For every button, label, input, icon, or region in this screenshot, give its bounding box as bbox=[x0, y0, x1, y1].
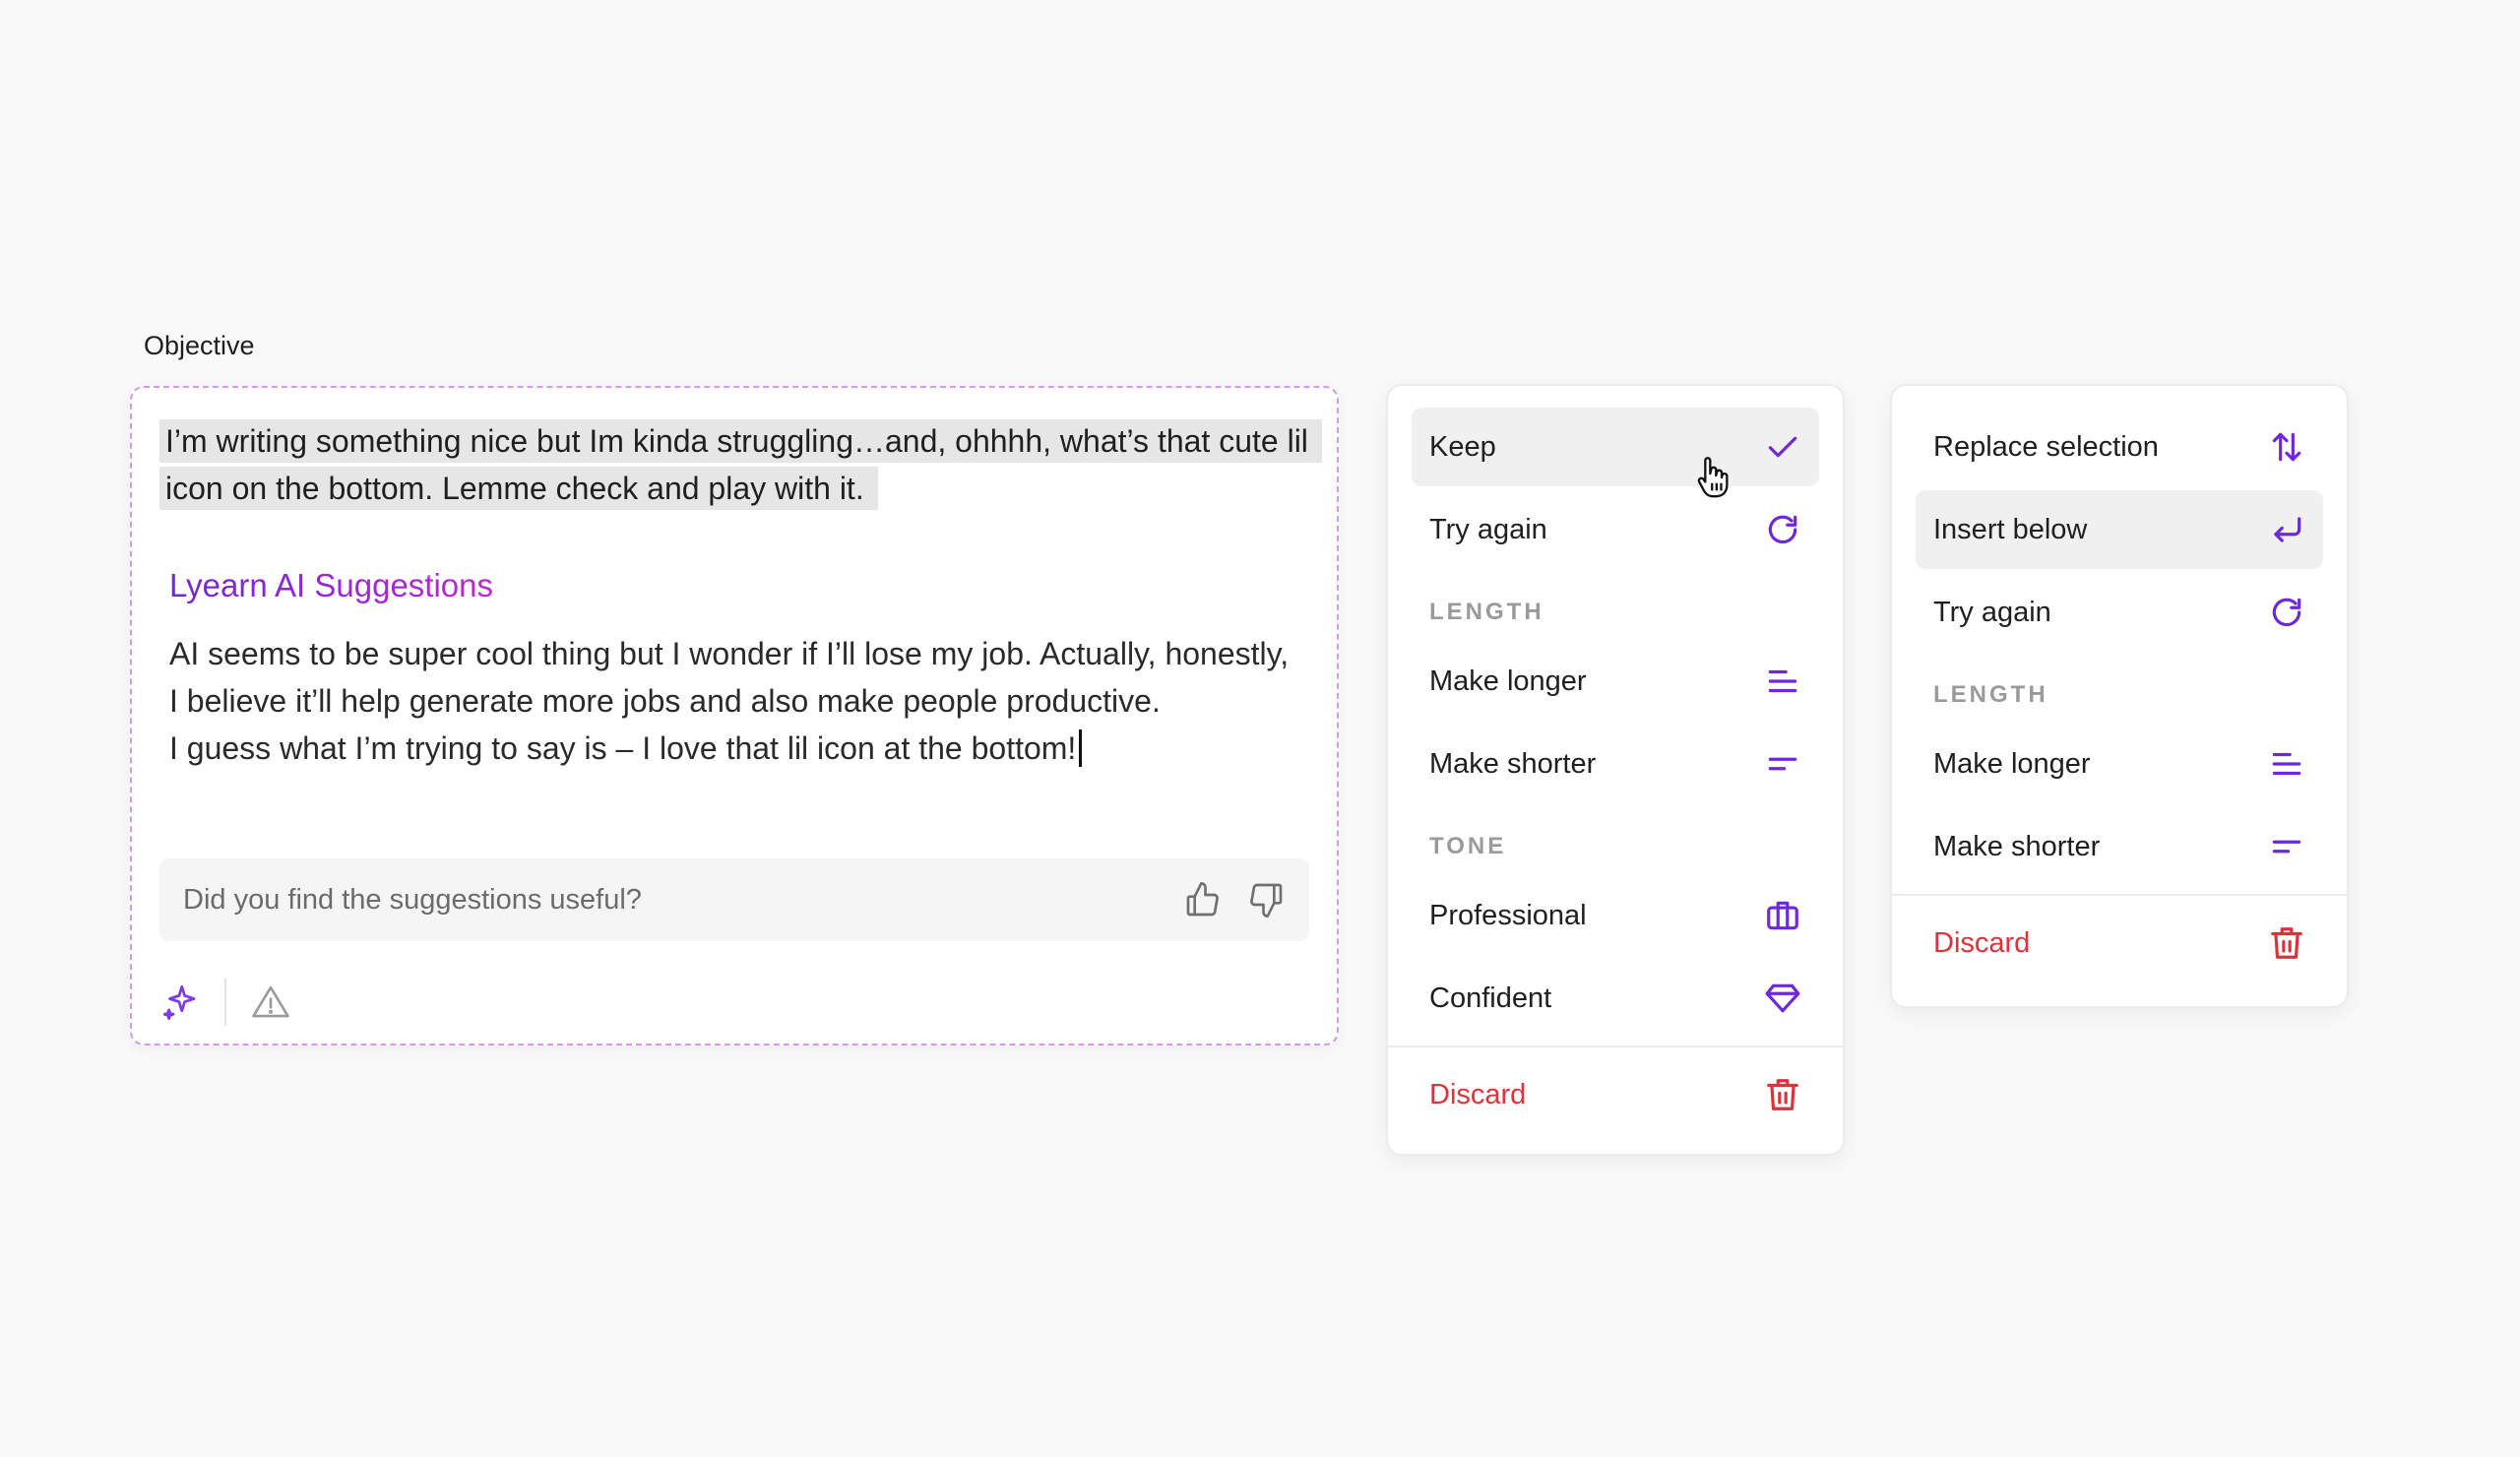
warning-icon[interactable] bbox=[250, 982, 291, 1023]
menu-item-keep[interactable]: Keep bbox=[1412, 408, 1819, 486]
menu-item-label: Try again bbox=[1933, 596, 2051, 628]
trash-icon bbox=[1767, 1079, 1798, 1110]
menu-item-replace-selection[interactable]: Replace selection bbox=[1916, 408, 2323, 486]
swap-vertical-icon bbox=[2272, 432, 2301, 462]
menu-item-label: Replace selection bbox=[1933, 430, 2159, 463]
ai-suggestions-title: Lyearn AI Suggestions bbox=[169, 567, 494, 603]
section-header-length: LENGTH bbox=[1933, 681, 2048, 708]
diamond-icon bbox=[1765, 983, 1800, 1013]
menu-item-label: Professional bbox=[1429, 899, 1587, 931]
menu-item-label: Make shorter bbox=[1429, 747, 1597, 780]
briefcase-icon bbox=[1767, 901, 1798, 930]
menu-item-label: Make longer bbox=[1933, 747, 2091, 780]
lines-short-icon bbox=[2272, 840, 2301, 854]
menu-item-label: Discard bbox=[1429, 1078, 1527, 1110]
menu-item-label: Discard bbox=[1933, 926, 2031, 959]
lines-long-icon bbox=[2272, 752, 2301, 776]
menu-item-label: Confident bbox=[1429, 982, 1552, 1014]
ai-suggestion-line: I guess what I’m trying to say is – I lo… bbox=[169, 725, 1292, 772]
menu-item-discard[interactable]: Discard bbox=[1412, 1055, 1819, 1134]
text-caret bbox=[1079, 729, 1083, 767]
sparkle-icon[interactable] bbox=[159, 982, 201, 1023]
menu-item-insert-below[interactable]: Insert below bbox=[1916, 490, 2323, 569]
menu-item-confident[interactable]: Confident bbox=[1412, 959, 1819, 1038]
refresh-icon bbox=[1768, 515, 1797, 544]
menu-item-label: Insert below bbox=[1933, 513, 2088, 545]
section-header-tone: TONE bbox=[1429, 833, 1507, 859]
menu-divider bbox=[1388, 1045, 1843, 1047]
lines-long-icon bbox=[1768, 669, 1797, 693]
thumbs-down-icon[interactable] bbox=[1246, 880, 1286, 919]
menu-item-label: Try again bbox=[1429, 513, 1547, 545]
menu-item-make-longer[interactable]: Make longer bbox=[1916, 725, 2323, 803]
lines-short-icon bbox=[1768, 757, 1797, 771]
editor-toolbar bbox=[159, 973, 291, 1032]
menu-item-make-shorter[interactable]: Make shorter bbox=[1916, 807, 2323, 886]
check-icon bbox=[1768, 436, 1797, 458]
menu-divider bbox=[1892, 894, 2347, 896]
hand-cursor-icon bbox=[1697, 457, 1729, 498]
insert-options-menu: Replace selection Insert below Try again… bbox=[1890, 384, 2349, 1008]
menu-item-make-shorter[interactable]: Make shorter bbox=[1412, 725, 1819, 803]
menu-item-label: Keep bbox=[1429, 430, 1496, 463]
refresh-icon bbox=[2272, 598, 2301, 627]
toolbar-divider bbox=[224, 979, 226, 1026]
menu-item-discard[interactable]: Discard bbox=[1916, 904, 2323, 982]
menu-item-try-again[interactable]: Try again bbox=[1412, 490, 1819, 569]
ai-suggestion-text[interactable]: AI seems to be super cool thing but I wo… bbox=[169, 630, 1292, 772]
trash-icon bbox=[2271, 927, 2302, 959]
menu-item-label: Make shorter bbox=[1933, 830, 2101, 862]
menu-item-make-longer[interactable]: Make longer bbox=[1412, 642, 1819, 721]
section-header-length: LENGTH bbox=[1429, 599, 1544, 625]
thumbs-up-icon[interactable] bbox=[1183, 880, 1223, 919]
feedback-question: Did you find the suggestions useful? bbox=[183, 883, 642, 916]
enter-icon bbox=[2274, 517, 2301, 542]
selected-text[interactable]: I’m writing something nice but Im kinda … bbox=[159, 417, 1322, 512]
ai-actions-menu: Keep Try again LENGTH Make longer Make s… bbox=[1386, 384, 1845, 1156]
menu-item-try-again[interactable]: Try again bbox=[1916, 573, 2323, 652]
menu-item-label: Make longer bbox=[1429, 665, 1587, 697]
menu-item-professional[interactable]: Professional bbox=[1412, 876, 1819, 955]
objective-editor[interactable]: I’m writing something nice but Im kinda … bbox=[130, 386, 1339, 1045]
field-label: Objective bbox=[144, 331, 255, 360]
feedback-bar: Did you find the suggestions useful? bbox=[159, 858, 1309, 941]
ai-suggestion-line: AI seems to be super cool thing but I wo… bbox=[169, 636, 1290, 719]
